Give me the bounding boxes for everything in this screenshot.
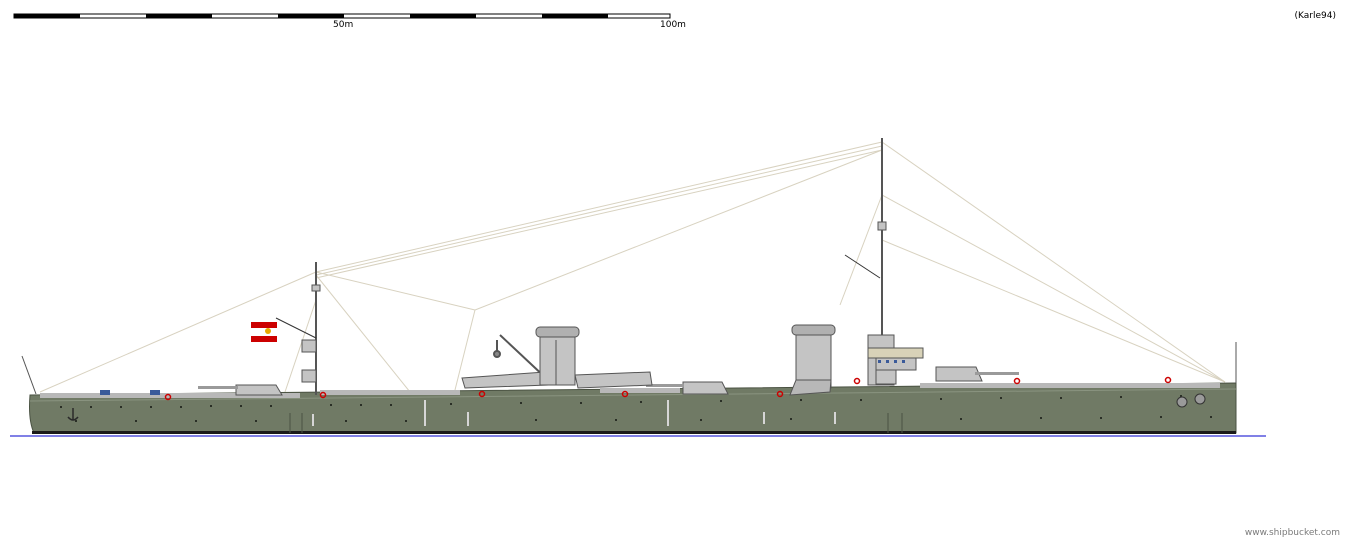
fore-funnel	[789, 324, 836, 396]
scale-label-50m: 50m	[333, 20, 354, 30]
scale-bar-segment	[542, 14, 608, 18]
aft-mast	[275, 262, 321, 395]
rigging-line	[315, 274, 411, 393]
ensign-flag	[251, 322, 277, 342]
bridge-superstructure	[867, 334, 924, 386]
forward-gun-turret	[935, 366, 1019, 382]
boot-topping	[32, 431, 1236, 434]
scale-bar-segment	[278, 14, 344, 18]
rigging-line	[881, 141, 1226, 383]
scale-bar-segment	[14, 14, 80, 18]
rigging-line	[839, 194, 883, 306]
aft-funnel	[535, 326, 580, 386]
scale-label-100m: 100m	[660, 20, 686, 30]
site-watermark: www.shipbucket.com	[1244, 528, 1340, 538]
ship-drawing-canvas	[10, 13, 1266, 437]
scale-bar-segment	[146, 14, 212, 18]
fore-mast	[844, 138, 887, 335]
rigging	[39, 141, 1226, 393]
rigging-line	[315, 149, 883, 279]
rigging-line	[474, 149, 883, 311]
rigging-line	[315, 141, 883, 273]
rigging-line	[881, 194, 1226, 383]
author-credit: (Karle94)	[1294, 11, 1336, 21]
scale-bar	[13, 13, 671, 19]
scale-bar-segment	[410, 14, 476, 18]
stern-staff	[21, 355, 37, 395]
rigging-line	[881, 239, 1226, 383]
rigging-line	[315, 145, 883, 276]
